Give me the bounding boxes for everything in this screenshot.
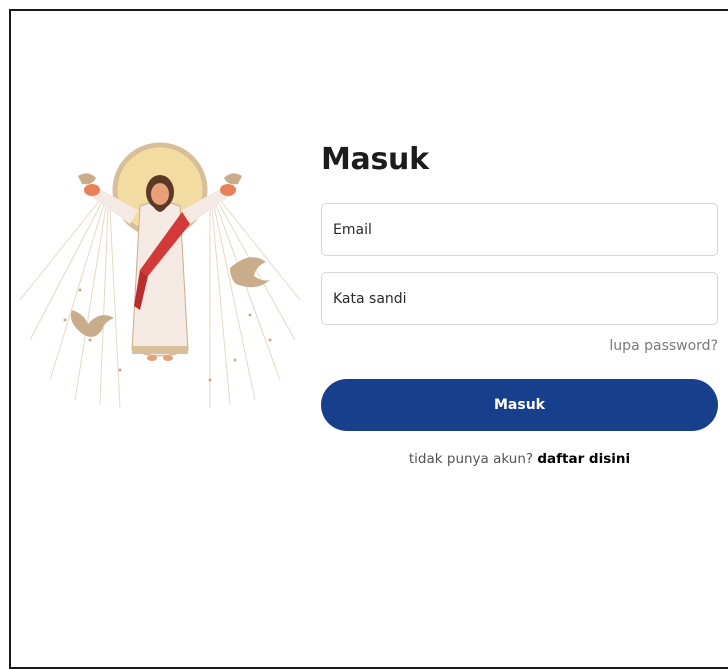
- page-title: Masuk: [321, 142, 429, 177]
- forgot-password-link[interactable]: lupa password?: [609, 338, 718, 354]
- login-button[interactable]: Masuk: [321, 379, 718, 431]
- risen-christ-illustration: [20, 142, 301, 409]
- register-prompt: tidak punya akun? daftar disini: [321, 451, 718, 467]
- register-link[interactable]: daftar disini: [537, 451, 630, 467]
- no-account-text: tidak punya akun?: [408, 451, 534, 467]
- email-field[interactable]: [321, 203, 718, 256]
- dove-left: [70, 310, 114, 337]
- dove-right: [230, 257, 270, 288]
- password-field[interactable]: [321, 272, 718, 325]
